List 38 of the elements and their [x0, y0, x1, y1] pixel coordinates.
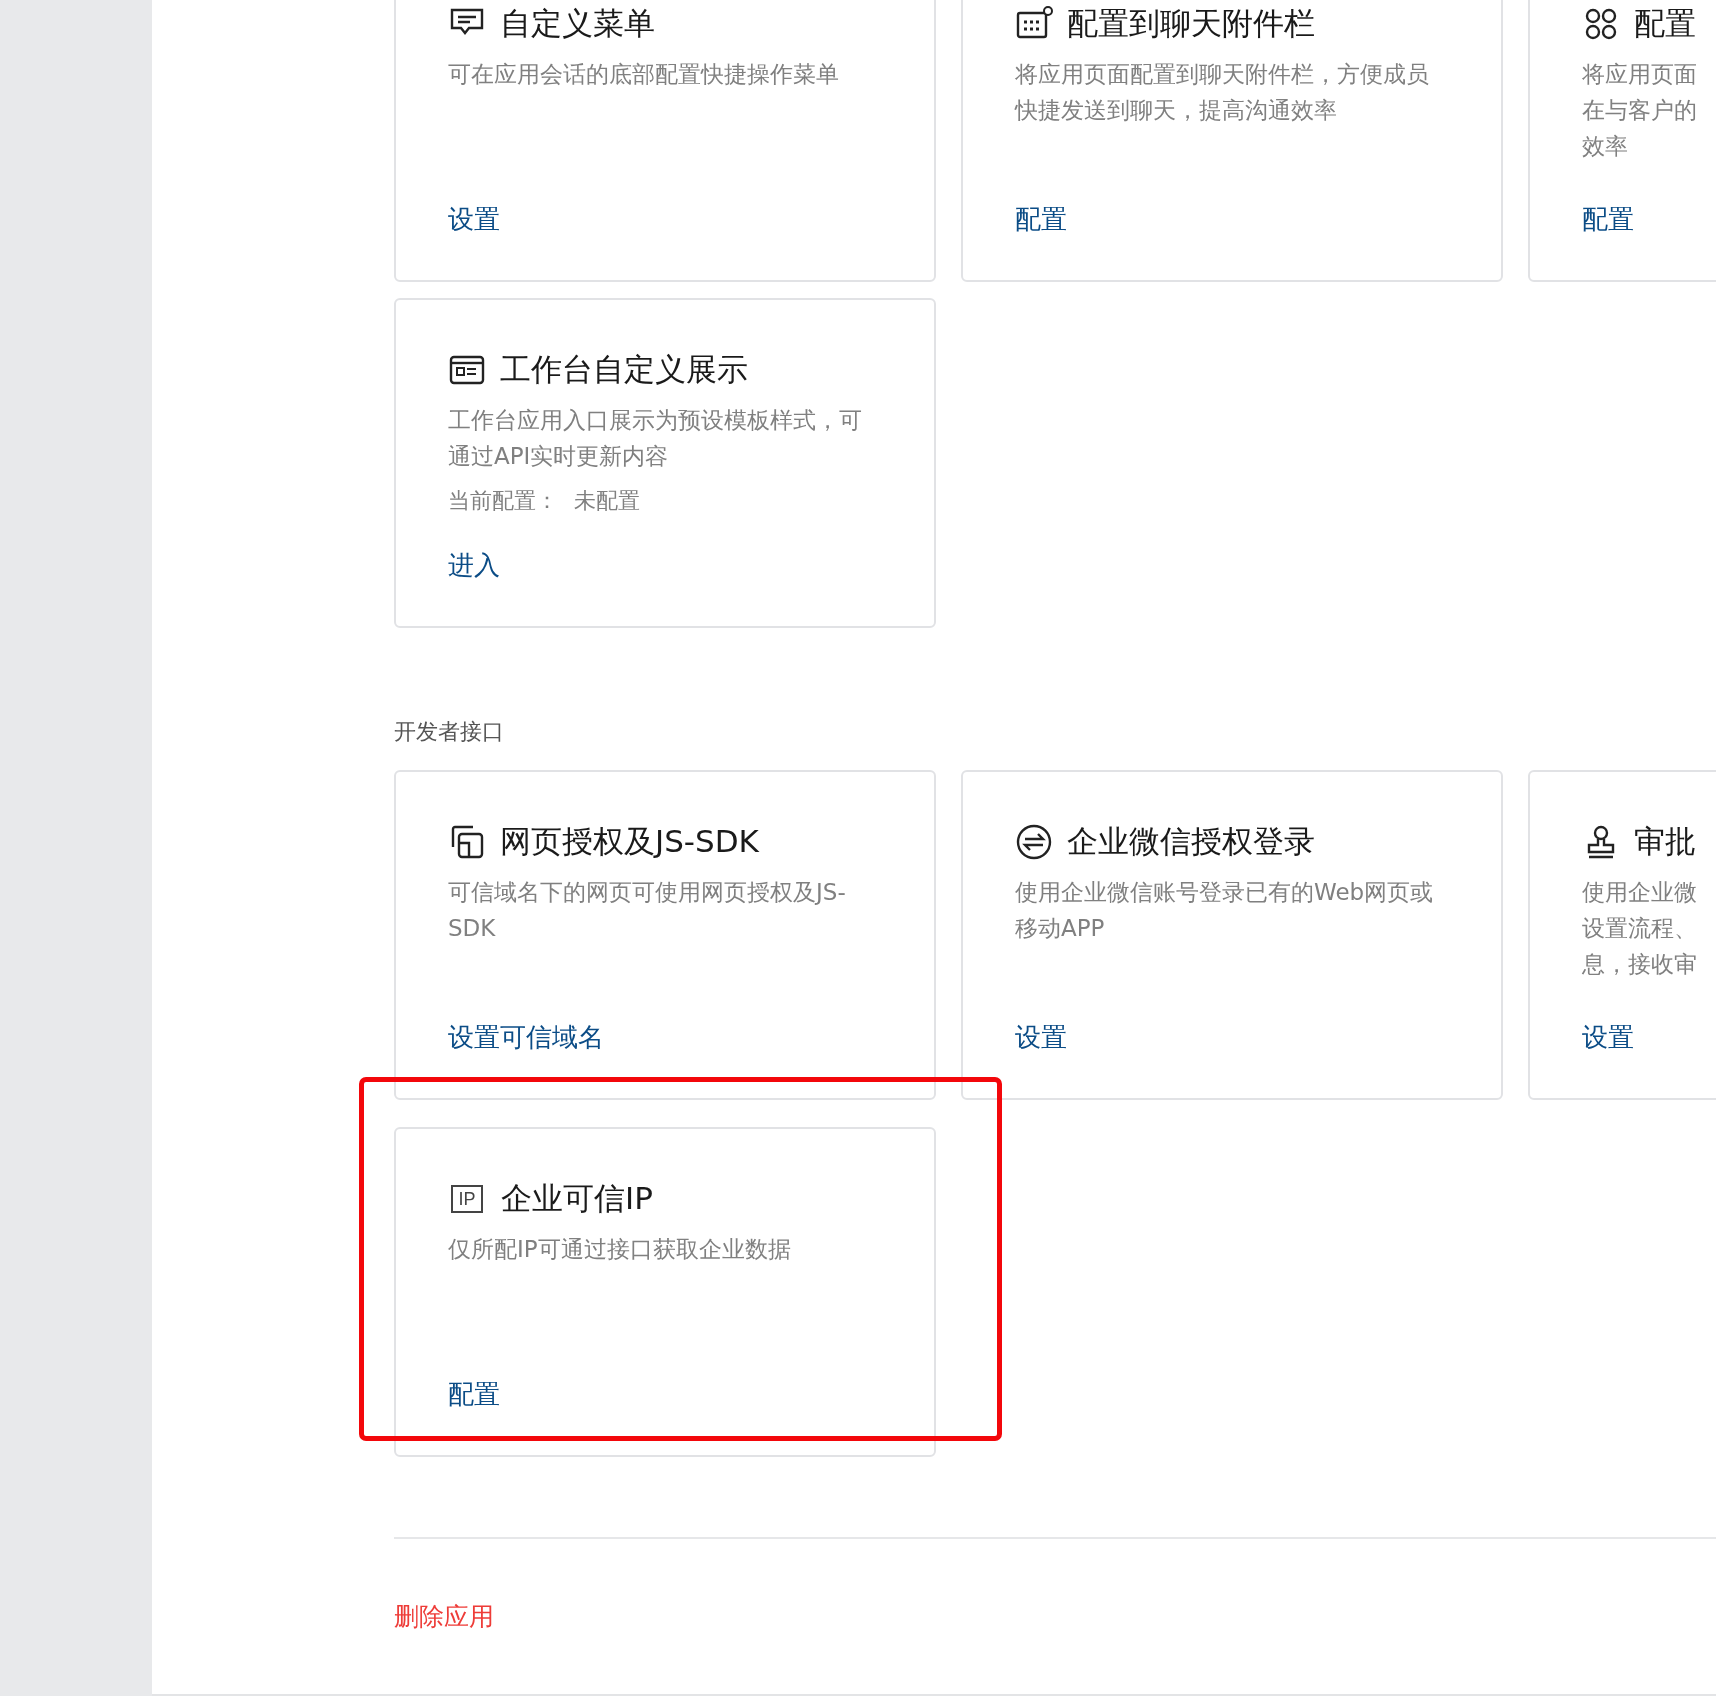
card-link[interactable]: 设置 — [1582, 1019, 1634, 1055]
card-title: 网页授权及JS-SDK — [500, 822, 759, 861]
card-description: 仅所配IP可通过接口获取企业数据 — [448, 1235, 792, 1264]
status-value: 未配置 — [574, 487, 640, 515]
card-title: 企业微信授权登录 — [1067, 822, 1315, 861]
card-link[interactable]: 进入 — [448, 547, 500, 583]
card-description: 将应用页面配置到聊天附件栏，方便成员 — [1015, 60, 1430, 89]
card-description: 息，接收审 — [1582, 950, 1698, 979]
card-description: 使用企业微 — [1582, 878, 1698, 907]
card-title: 企业可信IP — [501, 1179, 653, 1218]
card-title: 配置到聊天附件栏 — [1067, 4, 1315, 43]
card-description: 快捷发送到聊天，提高沟通效率 — [1015, 96, 1338, 125]
card-link[interactable]: 设置 — [1015, 1019, 1067, 1055]
card-description: SDK — [448, 914, 497, 943]
card-description: 通过API实时更新内容 — [448, 442, 670, 471]
card-description: 使用企业微信账号登录已有的Web网页或 — [1015, 878, 1435, 907]
card-description: 可信域名下的网页可使用网页授权及JS- — [448, 878, 847, 907]
card-description: 可在应用会话的底部配置快捷操作菜单 — [448, 60, 840, 89]
card-link[interactable]: 配置 — [1015, 201, 1067, 237]
section-label: 开发者接口 — [394, 719, 505, 745]
card-link[interactable]: 设置可信域名 — [448, 1019, 604, 1055]
delete-app-link[interactable]: 删除应用 — [394, 1599, 494, 1635]
card-description: 设置流程、 — [1582, 914, 1698, 943]
card-description: 移动APP — [1015, 914, 1106, 943]
card-link[interactable]: 配置 — [448, 1376, 500, 1412]
card-title: 审批 — [1634, 822, 1696, 861]
card-link[interactable]: 配置 — [1582, 201, 1634, 237]
exchange-arrows-icon — [1015, 823, 1053, 861]
card-title: 工作台自定义展示 — [500, 350, 748, 389]
status-label: 当前配置： — [448, 487, 558, 515]
card-description: 工作台应用入口展示为预设模板样式，可 — [448, 406, 863, 435]
card-title: 自定义菜单 — [500, 4, 655, 43]
ip-badge-icon: IP — [451, 1185, 483, 1213]
card-description: 在与客户的 — [1582, 96, 1698, 125]
card-description: 将应用页面 — [1582, 60, 1698, 89]
card-description: 效率 — [1582, 132, 1629, 161]
card-title: 配置 — [1634, 4, 1696, 43]
card-link[interactable]: 设置 — [448, 201, 500, 237]
